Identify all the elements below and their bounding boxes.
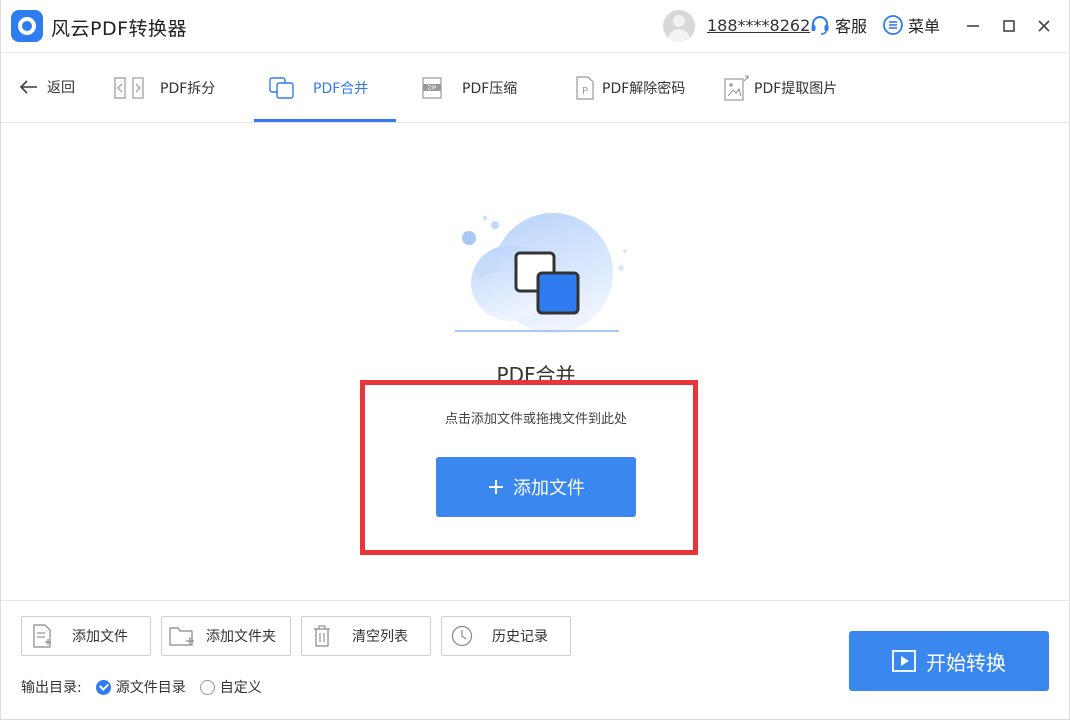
radio-unchecked-icon (199, 679, 215, 695)
add-file-label: 添加文件 (72, 629, 128, 645)
tab-label: PDF拆分 (160, 81, 216, 97)
svg-text:P: P (582, 86, 588, 97)
tab-pdf-extract-images[interactable]: PDF提取图片 (724, 53, 837, 123)
app-title: 风云PDF转换器 (51, 18, 188, 40)
merge-icon (269, 77, 294, 99)
add-folder-button[interactable]: 添加文件夹 (161, 616, 291, 656)
maximize-icon (1003, 20, 1015, 32)
customer-service-label: 客服 (835, 17, 868, 36)
menu-button[interactable]: 菜单 (882, 13, 940, 37)
app-window: 风云PDF转换器 188****8262 客服 菜单 返回 PDF拆分 PDF合… (0, 0, 1070, 720)
arrow-left-icon (19, 80, 37, 94)
history-label: 历史记录 (492, 629, 548, 645)
history-button[interactable]: 历史记录 (441, 616, 571, 656)
tab-pdf-merge[interactable]: PDF合并 (269, 53, 368, 123)
tab-label: PDF合并 (313, 81, 369, 97)
active-tab-indicator (254, 119, 396, 122)
add-folder-label: 添加文件夹 (206, 629, 276, 645)
title-bar: 风云PDF转换器 188****8262 客服 菜单 (1, 0, 1070, 52)
minimize-icon (967, 25, 979, 27)
close-icon (1038, 20, 1050, 32)
tab-label: PDF解除密码 (602, 81, 686, 97)
app-logo-icon (11, 10, 43, 42)
headset-icon (811, 16, 829, 35)
radio-source-folder[interactable]: 源文件目录 (95, 677, 186, 697)
split-icon (114, 77, 144, 99)
radio-custom-folder[interactable]: 自定义 (199, 677, 262, 697)
tool-tab-bar: 返回 PDF拆分 PDF合并 ZIP PDF压缩 P PDF解除密码 PDF提取… (1, 52, 1070, 123)
tab-pdf-compress[interactable]: ZIP PDF压缩 (422, 53, 517, 123)
tab-pdf-unlock[interactable]: P PDF解除密码 (576, 53, 685, 123)
clear-list-button[interactable]: 清空列表 (301, 616, 431, 656)
start-convert-button[interactable]: 开始转换 (849, 631, 1049, 691)
play-icon (892, 650, 916, 672)
svg-text:ZIP: ZIP (428, 86, 437, 92)
customer-service-button[interactable]: 客服 (809, 13, 867, 37)
tab-label: PDF提取图片 (754, 81, 838, 97)
unlock-icon: P (576, 76, 594, 100)
maximize-button[interactable] (997, 14, 1021, 38)
trash-icon (302, 625, 342, 647)
zip-icon: ZIP (422, 77, 442, 99)
menu-list-icon (883, 15, 903, 35)
menu-label: 菜单 (908, 17, 941, 36)
clear-list-label: 清空列表 (352, 629, 408, 645)
add-file-button[interactable]: 添加文件 (21, 616, 151, 656)
back-label: 返回 (47, 80, 75, 96)
output-directory-row: 输出目录: 源文件目录 自定义 (21, 677, 262, 697)
add-file-icon (22, 624, 62, 648)
tab-pdf-split[interactable]: PDF拆分 (114, 53, 215, 123)
file-drop-area[interactable]: PDF合并 点击添加文件或拖拽文件到此处 添加文件 (1, 123, 1070, 600)
radio-label: 自定义 (219, 680, 262, 696)
close-button[interactable] (1032, 14, 1056, 38)
back-button[interactable]: 返回 (19, 77, 75, 97)
radio-checked-icon (95, 679, 111, 695)
tab-label: PDF压缩 (462, 81, 518, 97)
merge-illustration-icon (455, 213, 627, 333)
image-icon (724, 75, 749, 101)
clock-icon (442, 625, 482, 647)
highlight-box (360, 380, 698, 555)
user-avatar[interactable] (663, 10, 695, 42)
bottom-toolbar: 添加文件 添加文件夹 清空列表 历史记录 输出目录: 源文件目录 自定义 开始转… (1, 600, 1070, 720)
radio-label: 源文件目录 (115, 680, 186, 696)
add-folder-icon (162, 625, 202, 647)
user-phone-link[interactable]: 188****8262 (707, 16, 810, 35)
start-convert-label: 开始转换 (926, 650, 1006, 675)
output-directory-label: 输出目录: (21, 680, 82, 696)
minimize-button[interactable] (961, 14, 985, 38)
